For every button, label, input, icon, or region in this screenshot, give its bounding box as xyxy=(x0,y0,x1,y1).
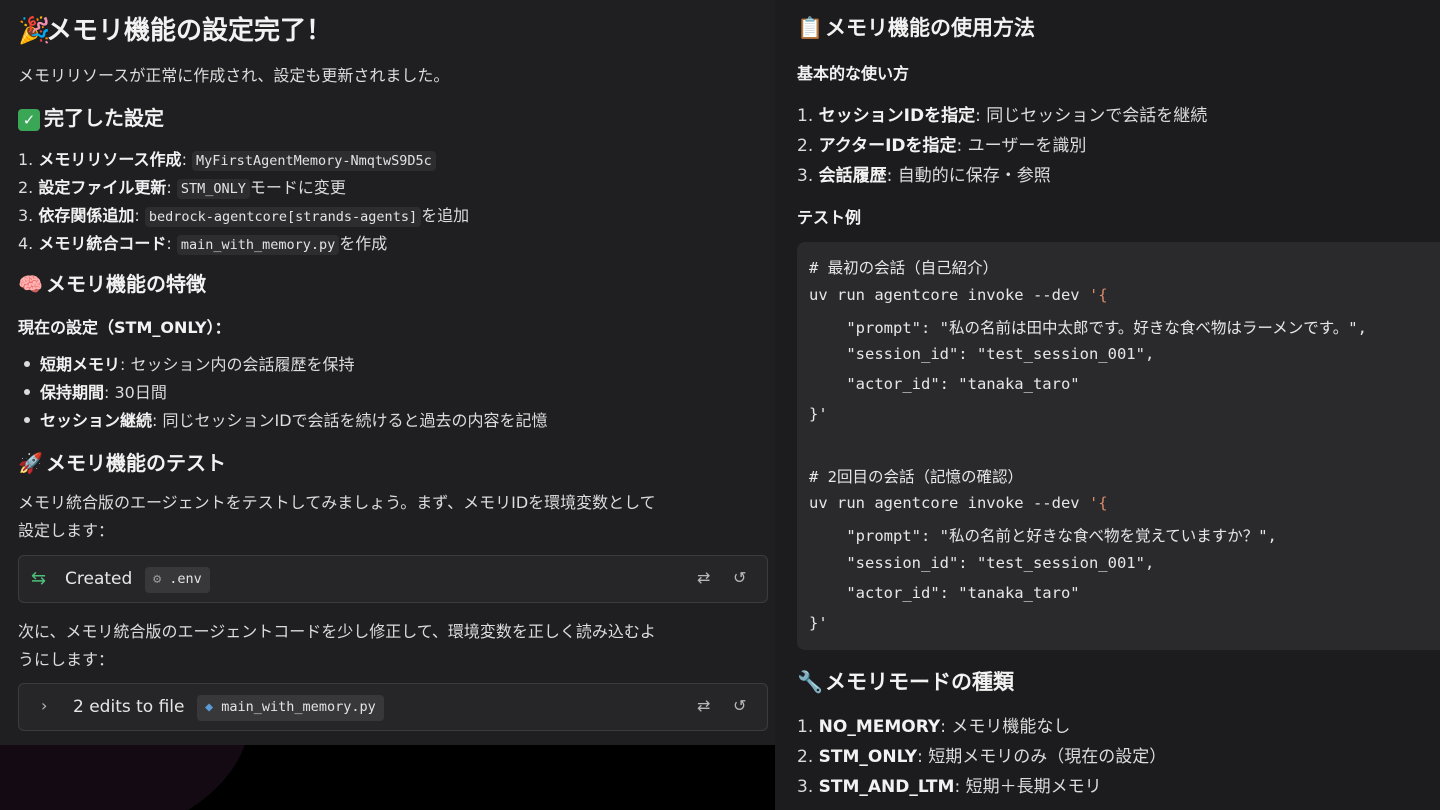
list-item: 4. メモリ統合コード: main_with_memory.py を作成 xyxy=(18,234,388,255)
party-popper-icon: 🎉 xyxy=(18,16,51,46)
test-text: 設定します： xyxy=(18,521,115,540)
undo-icon[interactable]: ↺ xyxy=(733,696,746,715)
test-example-heading: テスト例 xyxy=(797,208,862,227)
test-text: メモリ統合版のエージェントをテストしてみましょう。まず、メモリIDを環境変数とし… xyxy=(18,493,656,512)
list-item: 2. アクターIDを指定: ユーザーを識別 xyxy=(797,136,1087,156)
intro-text: メモリリソースが正常に作成され、設定も更新されました。 xyxy=(18,66,450,85)
clipboard-icon: 📋 xyxy=(797,16,824,40)
background-area xyxy=(0,745,777,810)
usage-heading: 📋メモリ機能の使用方法 xyxy=(797,16,1035,40)
basic-heading: 基本的な使い方 xyxy=(797,64,910,83)
check-icon: ✓ xyxy=(18,108,40,131)
edits-file-card[interactable]: › 2 edits to file ◆ main_with_memory.py … xyxy=(18,683,768,731)
file-chip[interactable]: ◆ main_with_memory.py xyxy=(197,695,384,721)
list-item: 1. メモリリソース作成: MyFirstAgentMemory-NmqtwS9… xyxy=(18,146,436,171)
brain-icon: 🧠 xyxy=(18,272,43,296)
list-item: 3. 会話履歴: 自動的に保存・参照 xyxy=(797,166,1051,186)
file-chip[interactable]: ⚙ .env xyxy=(145,567,210,593)
list-item: 3. 依存関係追加: bedrock-agentcore[strands-age… xyxy=(18,206,470,227)
done-heading: ✓ 完了した設定 xyxy=(18,102,164,131)
list-item: 短期メモリ: セッション内の会話履歴を保持 xyxy=(18,351,355,375)
list-item: 1. NO_MEMORY: メモリ機能なし xyxy=(797,717,1071,737)
diff-icon[interactable]: ⇄ xyxy=(697,568,710,587)
features-heading: 🧠 メモリ機能の特徴 xyxy=(18,272,206,296)
page-title: 🎉メモリ機能の設定完了！ xyxy=(18,16,333,46)
list-item: 3. STM_AND_LTM: 短期＋長期メモリ xyxy=(797,777,1102,797)
list-item: 2. 設定ファイル更新: STM_ONLY モードに変更 xyxy=(18,178,346,199)
chat-panel-right: 📋メモリ機能の使用方法 基本的な使い方 1. セッションIDを指定: 同じセッシ… xyxy=(775,0,1440,810)
modes-heading: 🔧メモリモードの種類 xyxy=(797,670,1014,694)
test-heading: 🚀 メモリ機能のテスト xyxy=(18,451,226,475)
current-setting-label: 現在の設定（STM_ONLY）： xyxy=(18,318,231,337)
gear-icon: ⚙ xyxy=(153,571,162,587)
python-file-icon: ◆ xyxy=(205,699,214,715)
wrench-icon: 🔧 xyxy=(797,670,824,694)
chat-panel-left: 🎉メモリ機能の設定完了！ メモリリソースが正常に作成され、設定も更新されました。… xyxy=(0,0,777,745)
list-item: 1. セッションIDを指定: 同じセッションで会話を継続 xyxy=(797,106,1208,126)
undo-icon[interactable]: ↺ xyxy=(733,568,746,587)
rocket-icon: 🚀 xyxy=(18,451,43,475)
diff-icon[interactable]: ⇄ xyxy=(697,696,710,715)
created-file-card[interactable]: ⇆ Created ⚙ .env ⇄ ↺ xyxy=(18,555,768,603)
file-created-icon: ⇆ xyxy=(31,568,47,589)
next-text: 次に、メモリ統合版のエージェントコードを少し修正して、環境変数を正しく読み込むよ xyxy=(18,622,656,641)
list-item: 保持期間: 30日間 xyxy=(18,379,167,403)
next-text: うにします： xyxy=(18,650,115,669)
code-block[interactable]: # 最初の会話（自己紹介） uv run agentcore invoke --… xyxy=(797,242,1440,650)
list-item: 2. STM_ONLY: 短期メモリのみ（現在の設定） xyxy=(797,747,1167,767)
list-item: セッション継続: 同じセッションIDで会話を続けると過去の内容を記憶 xyxy=(18,407,548,431)
chevron-right-icon[interactable]: › xyxy=(41,696,47,715)
